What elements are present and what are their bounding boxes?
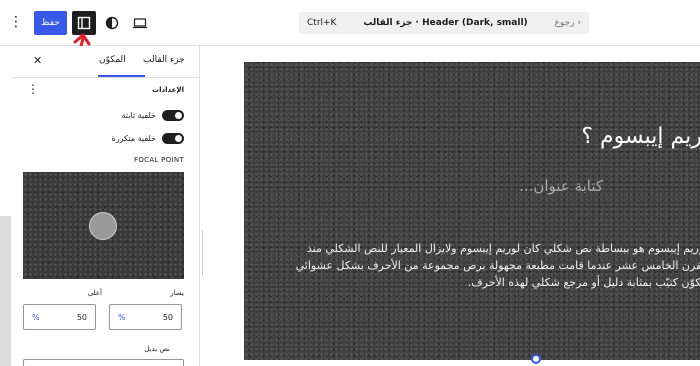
tab-template-part[interactable]: جزء القالب	[143, 55, 185, 65]
paragraph-line: القرن الخامس عشر عندما قامت مطبعة مجهولة…	[295, 259, 700, 272]
focal-point-handle[interactable]	[89, 212, 117, 240]
focal-point-label: FOCAL POINT	[134, 156, 184, 164]
hero-subheading-placeholder[interactable]: كتابة عنوان...	[519, 177, 603, 195]
editor-header: ⋮ حفظ Ctrl+K جزء القالب · Header (Dark, …	[0, 0, 700, 46]
active-tab-indicator	[98, 75, 145, 77]
desktop-icon	[133, 18, 147, 29]
top-value: 50	[76, 312, 87, 322]
block-resize-anchor[interactable]	[531, 354, 541, 364]
settings-sidebar: جزء القالب المكوّن ✕ الإعدادات ⋮ خلفية ث…	[0, 46, 200, 366]
settings-panel: الإعدادات ⋮ خلفية ثابتة خلفية متكررة FOC…	[11, 78, 199, 366]
focal-point-picker[interactable]	[23, 172, 184, 279]
repeated-background-toggle[interactable]	[162, 132, 184, 144]
top-unit: %	[32, 312, 40, 322]
sidebar-scrollbar[interactable]	[0, 216, 11, 366]
fixed-background-row: خلفية ثابتة	[122, 108, 184, 122]
paragraph-line: لوريم إيبسوم هو ببساطة نص شكلي كان لوريم…	[306, 242, 700, 255]
shortcut-hint: Ctrl+K	[307, 18, 337, 28]
contrast-icon	[105, 16, 119, 30]
alt-text-input[interactable]	[23, 359, 184, 366]
repeated-background-label: خلفية متكررة	[111, 133, 156, 143]
fixed-background-toggle[interactable]	[162, 109, 184, 121]
back-link[interactable]: رجوع ›	[555, 18, 581, 28]
top-input[interactable]: % 50	[23, 304, 96, 330]
hero-heading[interactable]: لوريم إيبسوم ؟	[581, 124, 700, 149]
sidebar-tabs: جزء القالب المكوّن ✕	[11, 46, 199, 78]
back-label: رجوع	[554, 18, 575, 28]
panel-options-icon[interactable]: ⋮	[27, 82, 39, 96]
options-menu-icon[interactable]: ⋮	[8, 12, 24, 32]
editor-canvas: لوريم إيبسوم ؟ كتابة عنوان... لوريم إيبس…	[203, 47, 700, 366]
template-part-title: جزء القالب · Header (Dark, small)	[363, 18, 528, 28]
repeated-background-row: خلفية متكررة	[112, 131, 184, 145]
settings-title: الإعدادات	[152, 86, 184, 94]
fixed-background-label: خلفية ثابتة	[121, 110, 156, 120]
left-value: 50	[162, 312, 173, 322]
device-preview-button[interactable]	[128, 11, 152, 35]
sidebar-icon	[77, 16, 91, 30]
tab-block[interactable]: المكوّن	[99, 55, 126, 65]
left-input[interactable]: % 50	[109, 304, 182, 330]
command-palette-bar[interactable]: Ctrl+K جزء القالب · Header (Dark, small)…	[299, 12, 589, 34]
hero-paragraph[interactable]: لوريم إيبسوم هو ببساطة نص شكلي كان لوريم…	[288, 240, 700, 291]
close-icon[interactable]: ✕	[33, 54, 42, 67]
alt-text-label: نص بديل	[144, 345, 170, 353]
cover-block[interactable]: لوريم إيبسوم ؟ كتابة عنوان... لوريم إيبس…	[244, 62, 700, 360]
top-label: أعلى	[87, 289, 102, 297]
left-label: يسار	[170, 289, 184, 297]
left-unit: %	[118, 312, 126, 322]
paragraph-line: لتكوّن كتيّب بمثابة دليل أو مرجع شكلي له…	[467, 276, 700, 289]
chevron-right-icon: ›	[577, 18, 581, 28]
style-toggle-button[interactable]	[100, 11, 124, 35]
